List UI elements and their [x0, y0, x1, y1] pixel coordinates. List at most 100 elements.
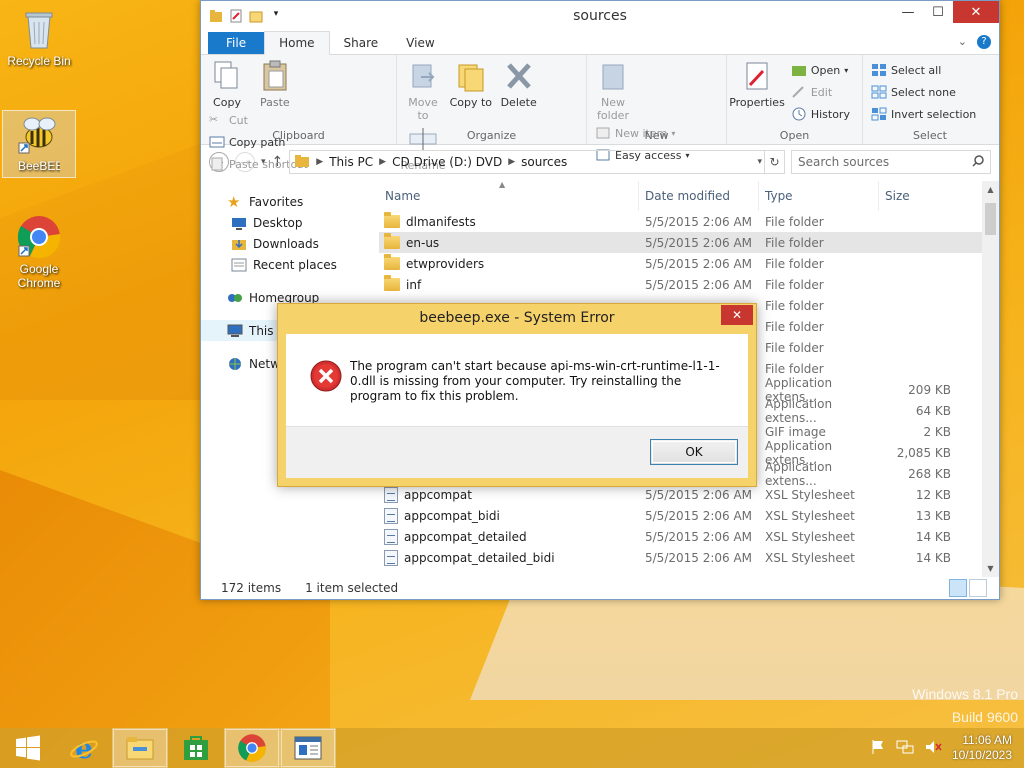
- search-box[interactable]: [791, 150, 991, 174]
- address-bar[interactable]: ▶ This PC ▶ CD Drive (D:) DVD ▶ sources …: [289, 150, 785, 174]
- start-button[interactable]: [0, 728, 56, 768]
- scroll-down-icon[interactable]: ▼: [982, 560, 999, 577]
- paste-icon: [259, 59, 291, 93]
- chevron-down-icon[interactable]: ▾: [757, 157, 762, 167]
- file-size: 12 KB: [915, 487, 951, 502]
- table-row[interactable]: inf 5/5/2015 2:06 AM File folder: [379, 274, 999, 295]
- chevron-right-icon: ▶: [316, 157, 324, 167]
- table-row[interactable]: etwproviders 5/5/2015 2:06 AM File folder: [379, 253, 999, 274]
- file-name: etwproviders: [406, 256, 485, 271]
- open-group: Properties Open ▾ Edit History Open: [727, 55, 863, 144]
- scroll-up-icon[interactable]: ▲: [982, 181, 999, 198]
- ok-button[interactable]: OK: [650, 439, 738, 465]
- taskbar-error-window[interactable]: [280, 728, 336, 768]
- taskbar-chrome[interactable]: [224, 728, 280, 768]
- nav-recent-places[interactable]: Recent places: [201, 254, 379, 275]
- search-icon[interactable]: [972, 154, 984, 170]
- column-size[interactable]: Size: [879, 181, 955, 211]
- clock[interactable]: 11:06 AM 10/10/2023: [952, 733, 1012, 763]
- help-icon[interactable]: ?: [977, 35, 991, 49]
- desktop-icon-beebeep[interactable]: BeeBEEP: [2, 110, 76, 178]
- move-to-button[interactable]: Move to: [401, 59, 445, 122]
- network-icon[interactable]: [896, 739, 914, 758]
- refresh-icon[interactable]: ↻: [764, 151, 784, 173]
- action-center-flag-icon[interactable]: [870, 739, 886, 758]
- folder-icon: [384, 275, 400, 291]
- desktop-icon-chrome[interactable]: Google Chrome: [2, 214, 76, 290]
- desktop-icon-label: Recycle Bin: [7, 54, 71, 68]
- volume-muted-icon[interactable]: [924, 739, 942, 758]
- paste-button[interactable]: Paste: [253, 59, 297, 109]
- table-row[interactable]: appcompat 5/5/2015 2:06 AM XSL Stylesheet 1…: [379, 484, 999, 505]
- desktop-icon: [231, 216, 247, 230]
- tab-share[interactable]: Share: [330, 32, 393, 54]
- taskbar-store[interactable]: [168, 728, 224, 768]
- new-folder-icon: [597, 59, 629, 93]
- properties-button[interactable]: Properties: [729, 59, 785, 109]
- folder-icon[interactable]: [209, 9, 223, 23]
- table-row[interactable]: appcompat_detailed 5/5/2015 2:06 AM XSL St…: [379, 526, 999, 547]
- dialog-body: The program can't start because api-ms-w…: [286, 334, 748, 478]
- search-input[interactable]: [798, 155, 958, 169]
- invert-selection-button[interactable]: Invert selection: [871, 103, 976, 125]
- table-row[interactable]: appcompat_detailed_bidi 5/5/2015 2:06 AM X…: [379, 547, 999, 568]
- dialog-close-button[interactable]: ✕: [721, 305, 753, 325]
- move-to-icon: [407, 59, 439, 93]
- tab-view[interactable]: View: [392, 32, 448, 54]
- nav-downloads[interactable]: Downloads: [201, 233, 379, 254]
- file-type: File folder: [765, 214, 824, 229]
- expand-ribbon-icon[interactable]: ⌄: [958, 35, 967, 49]
- nav-favorites[interactable]: ★ Favorites: [201, 191, 379, 212]
- cut-button[interactable]: ✂ Cut: [209, 109, 308, 131]
- svg-text:e: e: [75, 733, 93, 763]
- minimize-button[interactable]: —: [893, 1, 923, 23]
- file-name: dlmanifests: [406, 214, 476, 229]
- table-row[interactable]: appcompat_bidi 5/5/2015 2:06 AM XSL Styles…: [379, 505, 999, 526]
- history-button[interactable]: History: [791, 103, 850, 125]
- breadcrumb-this-pc[interactable]: This PC: [329, 155, 373, 169]
- file-type: File folder: [765, 256, 824, 271]
- column-date-modified[interactable]: Date modified: [639, 181, 759, 211]
- build-watermark: Build 9600: [951, 709, 1018, 725]
- copy-button[interactable]: Copy: [205, 59, 249, 109]
- file-name-cell: inf: [379, 275, 639, 292]
- clock-time: 11:06 AM: [962, 733, 1012, 747]
- breadcrumb-sources[interactable]: sources: [521, 155, 567, 169]
- open-button[interactable]: Open ▾: [791, 59, 850, 81]
- chevron-down-icon[interactable]: ▾: [269, 9, 283, 23]
- file-type: Application extens...: [765, 396, 833, 425]
- select-all-button[interactable]: Select all: [871, 59, 976, 81]
- taskbar-file-explorer[interactable]: [112, 728, 168, 768]
- scrollbar-thumb[interactable]: [985, 203, 996, 235]
- taskbar-internet-explorer[interactable]: e: [56, 728, 112, 768]
- maximize-button[interactable]: ☐: [923, 1, 953, 23]
- invert-selection-icon: [871, 107, 887, 121]
- desktop-icon-recycle-bin[interactable]: Recycle Bin: [2, 6, 76, 68]
- breadcrumb-cd-drive[interactable]: CD Drive (D:) DVD: [392, 155, 502, 169]
- column-headers: Name ▲ Date modified Type Size: [379, 180, 999, 211]
- column-type[interactable]: Type: [759, 181, 879, 211]
- column-name[interactable]: Name ▲: [379, 180, 639, 211]
- file-size: 14 KB: [915, 550, 951, 565]
- close-button[interactable]: ✕: [953, 1, 999, 23]
- select-none-button[interactable]: Select none: [871, 81, 976, 103]
- nav-desktop[interactable]: Desktop: [201, 212, 379, 233]
- file-date: 5/5/2015 2:06 AM: [645, 277, 753, 292]
- tab-home[interactable]: Home: [264, 31, 330, 55]
- table-row[interactable]: dlmanifests 5/5/2015 2:06 AM File folder: [379, 211, 999, 232]
- table-row[interactable]: en-us 5/5/2015 2:06 AM File folder: [379, 232, 999, 253]
- new-folder-icon[interactable]: [249, 9, 263, 23]
- error-icon: [310, 360, 342, 392]
- edit-button[interactable]: Edit: [791, 81, 850, 103]
- copy-to-button[interactable]: Copy to: [449, 59, 493, 109]
- vertical-scrollbar[interactable]: ▲ ▼: [982, 181, 999, 577]
- properties-icon[interactable]: [229, 9, 243, 23]
- file-date: 5/5/2015 2:06 AM: [645, 214, 753, 229]
- delete-button[interactable]: Delete: [497, 59, 541, 109]
- ribbon: Copy Paste ✂ Cut Copy path Paste shortcut…: [201, 55, 999, 172]
- new-folder-button[interactable]: New folder: [591, 59, 635, 122]
- file-explorer-icon: [126, 737, 154, 760]
- details-view-icon[interactable]: [949, 579, 967, 597]
- tab-file[interactable]: File: [208, 32, 265, 54]
- large-icons-view-icon[interactable]: [969, 579, 987, 597]
